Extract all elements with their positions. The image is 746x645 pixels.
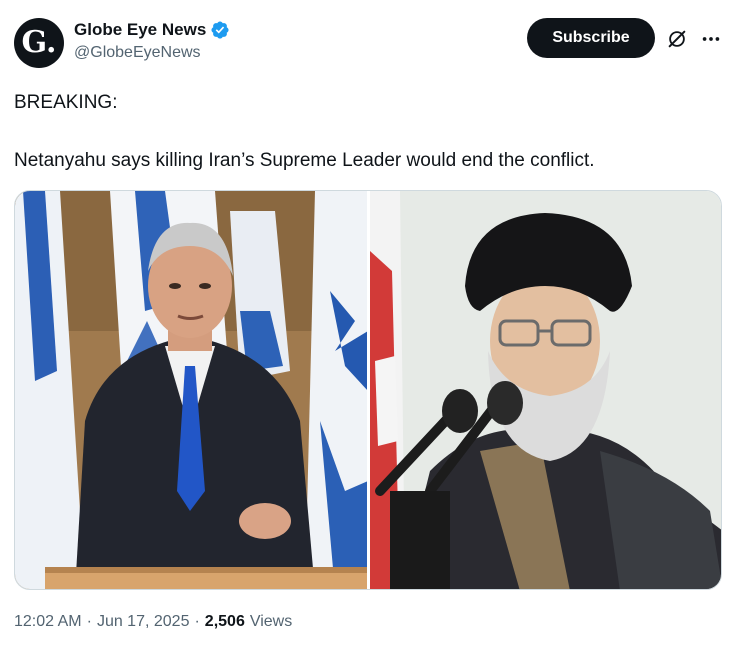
post-header: G. Globe Eye News @GlobeEyeNews Subscrib… (14, 16, 732, 70)
post-media[interactable] (14, 190, 722, 590)
display-name[interactable]: Globe Eye News (74, 20, 206, 40)
post-text-headline: BREAKING: (14, 92, 118, 113)
meta-separator: · (194, 613, 200, 630)
name-row: Globe Eye News (74, 20, 230, 40)
subscribe-button[interactable]: Subscribe (527, 18, 655, 58)
post-time[interactable]: 12:02 AM (14, 613, 82, 631)
more-options-icon[interactable] (700, 28, 722, 50)
post-meta: 12:02 AM · Jun 17, 2025 · 2,506 Views (14, 613, 292, 631)
post-text-body: Netanyahu says killing Iran’s Supreme Le… (14, 150, 595, 171)
grok-icon[interactable] (666, 28, 688, 50)
left-photo[interactable] (15, 191, 368, 590)
avatar[interactable]: G. (14, 18, 64, 68)
handle[interactable]: @GlobeEyeNews (74, 44, 230, 62)
verified-badge-icon (211, 21, 229, 39)
avatar-letter: G. (21, 24, 57, 60)
author-info: Globe Eye News @GlobeEyeNews (74, 20, 230, 62)
meta-separator: · (86, 613, 92, 630)
post-date[interactable]: Jun 17, 2025 (97, 613, 190, 631)
right-photo[interactable] (370, 191, 722, 590)
views-label: Views (249, 613, 293, 630)
views-count[interactable]: 2,506 (205, 613, 245, 631)
